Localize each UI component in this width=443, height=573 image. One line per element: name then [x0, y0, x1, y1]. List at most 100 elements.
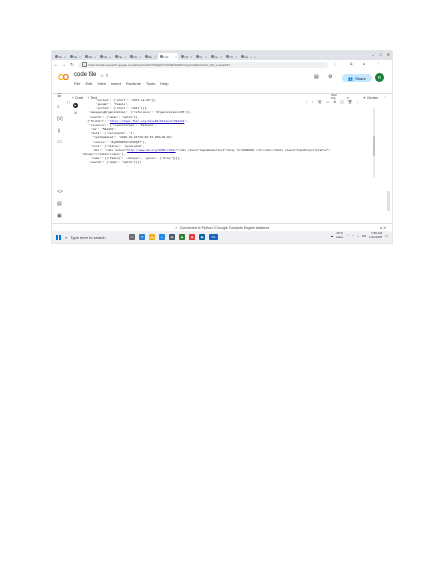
comments-icon[interactable]: ▤: [314, 74, 319, 80]
menu-item-view[interactable]: View: [97, 81, 106, 86]
close-tab-icon[interactable]: ×: [64, 55, 66, 59]
favicon-icon: [195, 55, 199, 58]
close-tab-icon[interactable]: ×: [175, 55, 177, 59]
browser-tab[interactable]: Ne ×: [83, 53, 97, 60]
close-tab-icon[interactable]: ×: [109, 55, 111, 59]
network-icon[interactable]: ◠: [352, 234, 355, 238]
taskbar-search[interactable]: ⌕ Type here to search: [65, 235, 125, 240]
tab-label: Ne: [133, 54, 138, 59]
page-scrollbar[interactable]: [387, 191, 390, 211]
variables-icon[interactable]: {x}: [57, 116, 63, 122]
menu-item-help[interactable]: Help: [160, 81, 168, 86]
volume-icon[interactable]: ♪: [357, 234, 359, 238]
close-status-icon[interactable]: ✕: [383, 226, 386, 230]
file-explorer-icon[interactable]: ▬: [149, 234, 155, 240]
browser-tab[interactable]: HT ×: [179, 53, 193, 60]
menu-item-file[interactable]: File: [74, 81, 80, 86]
settings-gear-icon[interactable]: ⚙: [328, 74, 332, 80]
menu-item-tools[interactable]: Tools: [146, 81, 155, 86]
reload-icon[interactable]: ↻: [68, 62, 76, 68]
new-tab-button[interactable]: +: [254, 53, 260, 60]
cell-output: 'period': {'start': '1974-12-25'}}, 'gen…: [82, 99, 372, 166]
store-icon[interactable]: ▤: [169, 234, 175, 240]
minimize-button[interactable]: –: [372, 52, 374, 57]
maximize-button[interactable]: □: [379, 52, 381, 57]
avatar[interactable]: R: [375, 73, 384, 82]
close-window-button[interactable]: ✕: [387, 52, 390, 57]
browser-tab[interactable]: Ne ×: [239, 53, 253, 60]
notifications-icon[interactable]: ▭: [385, 234, 388, 238]
back-icon[interactable]: ←: [52, 62, 60, 67]
browser-tab[interactable]: Ne ×: [98, 53, 112, 60]
close-tab-icon[interactable]: ×: [220, 55, 222, 59]
output-actions-icon[interactable]: ⇲: [74, 110, 77, 115]
browser-tab[interactable]: Sy ×: [53, 53, 67, 60]
app-icon[interactable]: ✉: [139, 234, 145, 240]
collapse-icon[interactable]: ⌃: [384, 96, 387, 100]
edge-icon[interactable]: e: [159, 234, 165, 240]
close-tab-icon[interactable]: ×: [235, 55, 237, 59]
connection-status[interactable]: Connected to Python 3 Google Compute Eng…: [180, 226, 269, 230]
table-of-contents-icon[interactable]: ☰: [57, 93, 61, 99]
browser-tab[interactable]: ne ×: [209, 53, 223, 60]
star-icon[interactable]: ☆ ⇪: [100, 73, 109, 79]
run-cell-button[interactable]: ▶: [73, 103, 78, 108]
favicon-icon: [129, 55, 133, 58]
clock[interactable]: 7:56 AM 1/11/2025: [369, 231, 382, 239]
tab-label: Sy: [58, 54, 63, 59]
browser-tab[interactable]: Ne ×: [128, 53, 142, 60]
colab-logo[interactable]: CO: [58, 73, 69, 82]
tray-chevron-icon[interactable]: ⌃: [346, 234, 349, 238]
search-icon[interactable]: ⌕: [57, 104, 60, 110]
favicon-icon: [69, 55, 73, 58]
notebook-title[interactable]: code file: [74, 72, 96, 78]
share-button[interactable]: 👥 Share: [342, 74, 372, 82]
app-icon[interactable]: ◆: [179, 234, 185, 240]
command-palette-icon[interactable]: ▤: [57, 201, 62, 207]
browser-tab[interactable]: Be ×: [143, 53, 157, 60]
code-snippets-icon[interactable]: <>: [57, 189, 63, 195]
close-tab-icon[interactable]: ×: [250, 55, 252, 59]
language-indicator[interactable]: EN: [362, 234, 366, 238]
files-folder-icon[interactable]: ▭: [57, 139, 62, 145]
tab-label: Ne: [73, 54, 78, 59]
menu-item-insert[interactable]: Insert: [111, 81, 121, 86]
close-tab-icon[interactable]: ×: [79, 55, 81, 59]
check-icon: ✓: [174, 226, 178, 230]
close-tab-icon[interactable]: ×: [139, 55, 141, 59]
output-text: 'source': '#gHX5WSYGTnPm5Q77'},: [82, 140, 147, 144]
browser-tab[interactable]: Ne ×: [68, 53, 82, 60]
share-icon: 👥: [348, 75, 354, 81]
output-link[interactable]: http://www.w3.org/1999/xhtml: [127, 149, 176, 152]
terminal-icon[interactable]: ▣: [57, 213, 62, 219]
browser-tab[interactable]: Ol ×: [224, 53, 238, 60]
start-icon[interactable]: [56, 234, 61, 240]
browser-menu-icon[interactable]: ⋮: [377, 62, 381, 66]
close-tab-icon[interactable]: ×: [190, 55, 192, 59]
tab-label: Be: [148, 54, 153, 59]
task-view-icon[interactable]: ▭: [129, 234, 135, 240]
menu-item-edit[interactable]: Edit: [85, 81, 92, 86]
browser-tab[interactable]: Ne ×: [113, 53, 127, 60]
app-icon[interactable]: Pd: [209, 234, 218, 240]
output-scrollbar-thumb[interactable]: [373, 136, 375, 156]
weather-icon[interactable]: ☁: [330, 234, 333, 238]
chrome-icon[interactable]: ◉: [189, 234, 195, 240]
menu-item-runtime[interactable]: Runtime: [126, 81, 141, 86]
close-tab-icon[interactable]: ×: [94, 55, 96, 59]
system-tray: ☁ 26°C Haze ⌃ ◠ ♪ EN 7:56 AM 1/11/2025 ▭: [330, 231, 388, 239]
browser-tab[interactable]: ht ×: [194, 53, 208, 60]
secrets-key-icon[interactable]: ⚷: [57, 128, 61, 134]
app-icon[interactable]: ▣: [199, 234, 205, 240]
close-tab-icon[interactable]: ×: [124, 55, 126, 59]
bookmark-star-icon[interactable]: ☆: [334, 62, 337, 66]
windows-taskbar: ⌕ Type here to search ▭ ✉ ▬ e ▤ ◆ ◉ ▣ Pd…: [52, 231, 392, 243]
close-tab-icon[interactable]: ×: [205, 55, 207, 59]
close-tab-icon[interactable]: ×: [154, 55, 156, 59]
output-link[interactable]: https://hapi.fhir.org/baseR4/Patient/594…: [110, 120, 185, 123]
forward-icon[interactable]: →: [60, 62, 68, 67]
extensions-icon[interactable]: ⧉: [350, 62, 353, 66]
profile-icon[interactable]: ●: [363, 62, 365, 66]
browser-tab[interactable]: cod ×: [158, 53, 178, 60]
address-bar[interactable]: https://colab.research.google.com/drive/…: [78, 61, 328, 68]
